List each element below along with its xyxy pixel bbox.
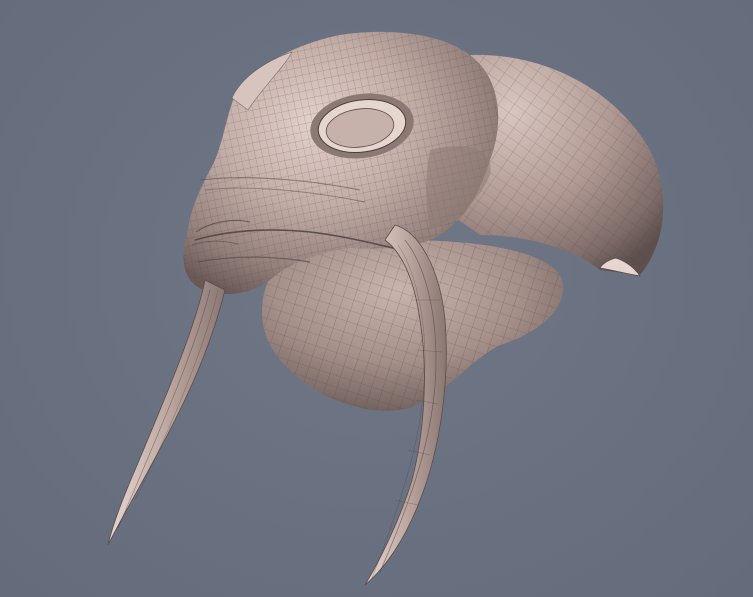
left-tusk [107, 279, 226, 546]
3d-viewport[interactable] [0, 0, 753, 597]
sculpt-mesh-render [107, 31, 664, 586]
